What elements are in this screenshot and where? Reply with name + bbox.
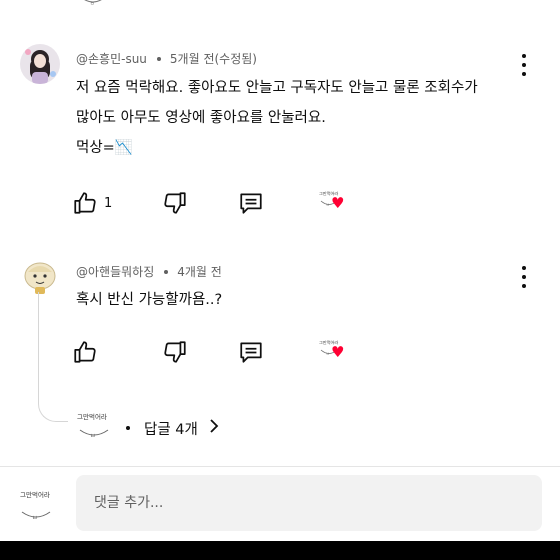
creator-heart-badge: 그만먹어라 ㅂ ♥ [318, 338, 352, 366]
svg-text:ㅂ: ㅂ [90, 433, 96, 440]
replies-label: 답글 4개 [144, 421, 198, 438]
comment-author[interactable]: @손흥민-suu [76, 52, 147, 66]
thumbs-up-icon [74, 192, 96, 214]
reply-button[interactable] [238, 189, 264, 217]
comment-text: 저 요즘 먹락해요. 좋아요도 안늘고 구독자도 안늘고 물론 조회수가 많아도… [76, 80, 478, 156]
creator-heart-badge: 그만먹어라 ㅂ ♥ [318, 189, 352, 217]
svg-text:ㅂ: ㅂ [32, 515, 38, 522]
comment-meta: @손흥민-suu 5개월 전(수정됨) [76, 50, 257, 67]
add-comment-input[interactable] [76, 475, 542, 531]
comment-time[interactable]: 4개월 전 [177, 265, 222, 279]
like-button[interactable] [72, 338, 104, 366]
commenter-avatar[interactable] [20, 256, 60, 296]
dislike-button[interactable] [162, 189, 188, 217]
thumbs-down-icon [164, 192, 186, 214]
like-count: 1 [104, 195, 113, 211]
more-options-button[interactable] [518, 266, 530, 288]
comment-bubble-icon [240, 193, 262, 214]
svg-text:ㅂ: ㅂ [326, 351, 330, 356]
svg-text:그만먹어라: 그만먹어라 [20, 490, 50, 499]
more-options-button[interactable] [518, 54, 530, 76]
heart-icon: ♥ [331, 343, 345, 361]
divider [0, 466, 560, 467]
chevron-right-icon [208, 418, 220, 438]
more-vertical-icon [522, 266, 526, 270]
reply-author-avatar: 그만먹어라 ㅂ [77, 412, 109, 440]
previous-reply-avatar: ㅂ [78, 0, 108, 8]
svg-text:그만먹어라: 그만먹어라 [77, 412, 107, 421]
comment-time[interactable]: 5개월 전(수정됨) [170, 52, 257, 66]
current-user-avatar: 그만먹어라 ㅂ [20, 490, 51, 522]
comment-bubble-icon [240, 342, 262, 363]
thread-line [38, 292, 68, 422]
view-replies-button[interactable]: 그만먹어라 ㅂ 답글 4개 [76, 410, 220, 446]
more-vertical-icon [522, 54, 526, 58]
like-button[interactable]: 1 [72, 189, 112, 217]
comment-author[interactable]: @아핸들뭐하징 [76, 265, 154, 279]
thumbs-up-icon [74, 341, 96, 363]
commenter-avatar[interactable] [20, 44, 60, 84]
thumbs-down-icon [164, 341, 186, 363]
reply-button[interactable] [238, 338, 264, 366]
comment-meta: @아핸들뭐하징 4개월 전 [76, 263, 222, 280]
comment-text: 혹시 반신 가능할까욤..? [76, 292, 223, 308]
heart-icon: ♥ [331, 194, 345, 212]
system-navigation-bar [0, 541, 560, 560]
dislike-button[interactable] [162, 338, 188, 366]
svg-text:ㅂ: ㅂ [326, 202, 330, 207]
separator-dot [126, 426, 130, 430]
svg-text:ㅂ: ㅂ [90, 1, 95, 7]
